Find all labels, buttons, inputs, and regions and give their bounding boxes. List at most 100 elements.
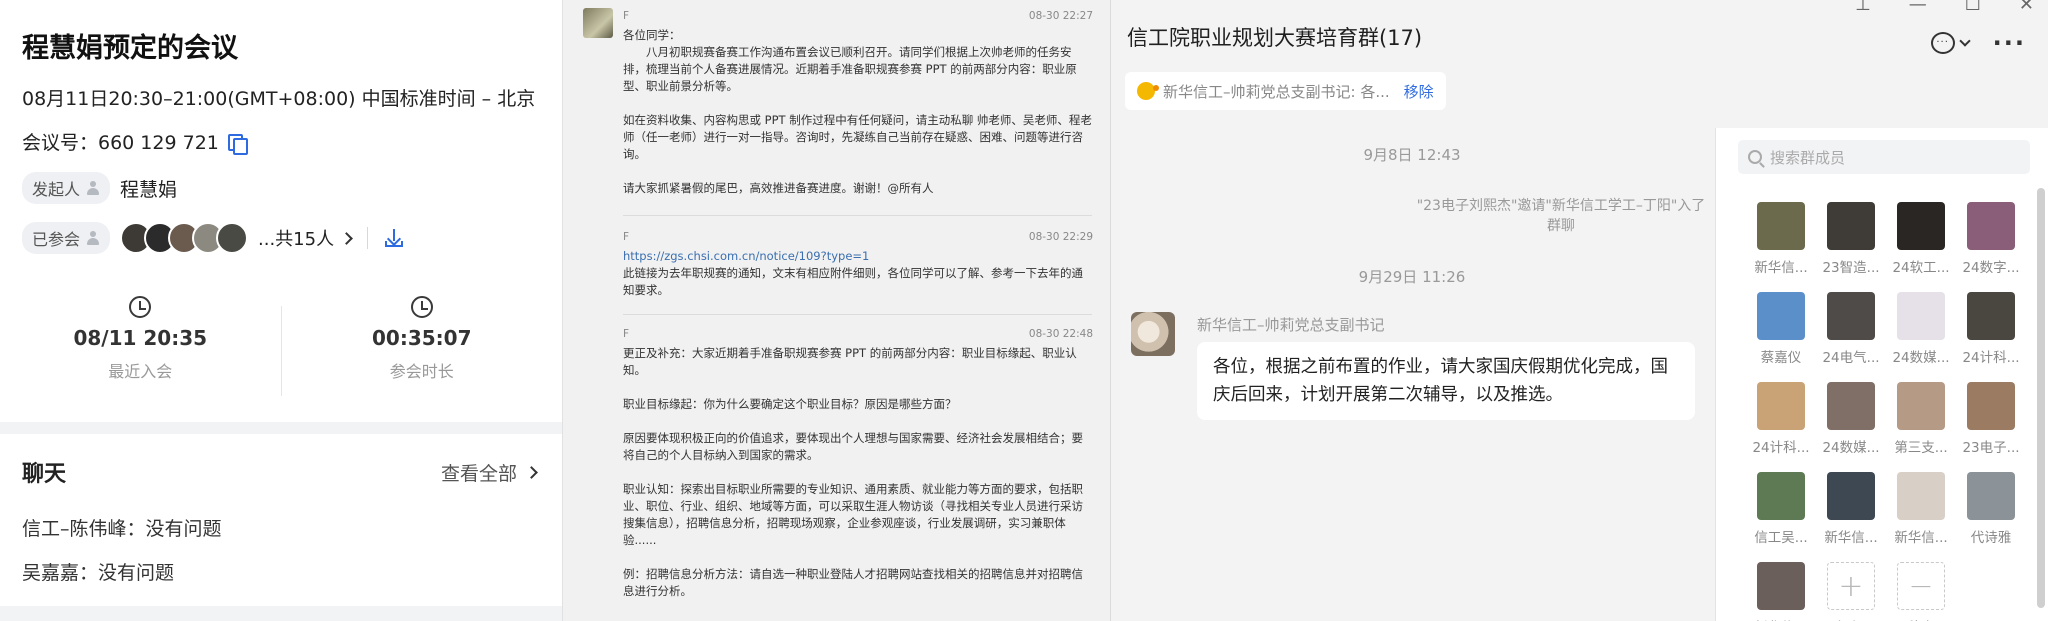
member-avatar: [1757, 292, 1805, 340]
person-icon: [86, 231, 100, 245]
minus-icon: −: [1897, 562, 1945, 610]
more-icon[interactable]: ···: [1993, 31, 2026, 55]
member-item[interactable]: 蔡嘉仪: [1746, 292, 1816, 366]
system-message: "23电子刘熙杰"邀请"新华信工学工–丁阳"入了群聊: [1416, 198, 1706, 234]
member-name: 新华信...: [1894, 530, 1948, 546]
meeting-title: 程慧娟预定的会议: [22, 33, 238, 64]
member-item[interactable]: 24计科...: [1956, 292, 2026, 366]
pinned-announcement[interactable]: 新华信工–帅莉党总支副书记: 各... 移除: [1125, 72, 1446, 110]
meeting-detail-panel: 程慧娟预定的会议 08月11日20:30–21:00(GMT+08:00) 中国…: [0, 0, 562, 621]
person-icon: [86, 181, 100, 195]
message-meta: F 08-30 22:29: [623, 229, 1093, 246]
chevron-right-icon: [340, 231, 353, 245]
member-item[interactable]: 24软工...: [1886, 202, 1956, 276]
history-clock-icon: [129, 296, 152, 318]
member-item[interactable]: 新华信...: [1886, 472, 1956, 546]
thread-message: F 08-30 22:48 更正及补充：大家近期着手准备职规赛参赛 PPT 的前…: [563, 326, 1110, 600]
timestamp: 9月8日 12:43: [1363, 146, 1461, 164]
member-name: 新华信...: [1754, 260, 1808, 276]
attendee-avatar: [216, 222, 249, 254]
window-controls: ⊥ — ☐ ✕: [1855, 0, 2048, 15]
member-name: 24数媒...: [1822, 440, 1880, 456]
announcement-icon: [1137, 82, 1159, 100]
message-sender: F: [623, 328, 630, 340]
avatar[interactable]: [1131, 312, 1175, 356]
message-time: 08-30 22:29: [1028, 231, 1093, 243]
member-item[interactable]: 23电子...: [1956, 382, 2026, 456]
message-meta: F 08-30 22:27: [623, 8, 1093, 25]
member-item[interactable]: 新华信...: [1746, 202, 1816, 276]
member-name: 24软工...: [1892, 260, 1950, 276]
member-avatar: [1827, 382, 1875, 430]
divider: [623, 314, 1092, 315]
message-time: 08-30 22:48: [1028, 328, 1093, 340]
attended-tag: 已参会: [22, 222, 111, 254]
chat-preview-line: 信工–陈伟峰：没有问题: [22, 518, 222, 540]
attendees-total-link[interactable]: ...共15人: [258, 225, 353, 251]
section-divider: [0, 606, 562, 621]
meeting-id: 会议号：660 129 721: [22, 132, 219, 154]
attendee-avatars: [120, 222, 249, 254]
chat-options-button[interactable]: ···: [1930, 32, 1971, 54]
organizer-tag: 发起人: [22, 172, 111, 204]
group-title: 信工院职业规划大赛培育群(17): [1127, 26, 1423, 50]
member-search-input[interactable]: 搜索群成员: [1738, 140, 2030, 174]
remove-pin-button[interactable]: 移除: [1404, 81, 1434, 102]
close-icon[interactable]: ✕: [2019, 0, 2034, 15]
add-member-button[interactable]: + 添加: [1816, 562, 1886, 621]
member-avatar: [1897, 382, 1945, 430]
sender-name: 新华信工–帅莉党总支副书记: [1197, 316, 1385, 334]
chat-message-area: 9月8日 12:43 "23电子刘熙杰"邀请"新华信工学工–丁阳"入了群聊 9月…: [1111, 128, 1713, 621]
clock-icon: [410, 296, 433, 318]
remove-member-button[interactable]: − 移出: [1886, 562, 1956, 621]
copy-icon[interactable]: [227, 133, 248, 155]
message-time: 08-30 22:27: [1028, 10, 1093, 22]
chat-section-header: 聊天 查看全部: [22, 456, 538, 488]
member-item[interactable]: 代诗雅: [1956, 472, 2026, 546]
pin-icon[interactable]: ⊥: [1855, 0, 1871, 15]
maximize-icon[interactable]: ☐: [1965, 0, 1981, 15]
member-avatar: [1757, 562, 1805, 610]
scrollbar[interactable]: [2037, 188, 2045, 608]
message-meta: F 08-30 22:48: [623, 326, 1093, 343]
recent-join-value: 08/11 20:35: [73, 326, 208, 350]
member-name: 23电子...: [1962, 440, 2020, 456]
minimize-icon[interactable]: —: [1909, 0, 1927, 15]
member-name: 蔡嘉仪: [1760, 350, 1802, 366]
member-name: 24数媒...: [1892, 350, 1950, 366]
member-avatar: [1827, 202, 1875, 250]
notice-link[interactable]: https://zgs.chsi.com.cn/notice/109?type=…: [623, 249, 869, 263]
member-item[interactable]: 新华信...: [1746, 562, 1816, 621]
attendees-row: 已参会 ...共15人: [22, 222, 404, 254]
member-name: 24计科...: [1962, 350, 2020, 366]
meeting-stats: 08/11 20:35 最近入会 00:35:07 参会时长: [0, 296, 562, 406]
member-avatar: [1757, 202, 1805, 250]
member-item[interactable]: 24数字...: [1956, 202, 2026, 276]
member-item[interactable]: 24电气...: [1816, 292, 1886, 366]
member-grid: 新华信... 23智造... 24软工... 24数字... 蔡嘉仪 24电气... 24数…: [1746, 202, 2026, 621]
member-item[interactable]: 信工吴...: [1746, 472, 1816, 546]
view-all-link[interactable]: 查看全部: [441, 459, 538, 486]
message-paragraph: 各位同学：: [623, 28, 681, 42]
thread-message: F 08-30 22:27 各位同学： 八月初职规赛备赛工作沟通布置会议已顺利召…: [563, 8, 1110, 197]
chat-bubble-icon: ···: [1930, 32, 1955, 54]
header-actions: ··· ···: [1930, 31, 2026, 55]
member-name: 第三支...: [1894, 440, 1948, 456]
attendees-total: ...共15人: [258, 229, 335, 250]
attended-tag-label: 已参会: [32, 230, 81, 249]
thread-message: F 08-30 22:29 https://zgs.chsi.com.cn/no…: [563, 229, 1110, 299]
member-item[interactable]: 24计科...: [1746, 382, 1816, 456]
member-avatar: [1827, 292, 1875, 340]
duration-stat: 00:35:07 参会时长: [282, 296, 563, 406]
member-item[interactable]: 23智造...: [1816, 202, 1886, 276]
meeting-id-row: 会议号：660 129 721: [22, 128, 248, 155]
member-avatar: [1757, 382, 1805, 430]
member-item[interactable]: 第三支...: [1886, 382, 1956, 456]
plus-icon: +: [1827, 562, 1875, 610]
section-divider: [0, 422, 562, 434]
member-item[interactable]: 24数媒...: [1886, 292, 1956, 366]
member-item[interactable]: 新华信...: [1816, 472, 1886, 546]
duration-value: 00:35:07: [372, 326, 472, 350]
member-item[interactable]: 24数媒...: [1816, 382, 1886, 456]
download-icon[interactable]: [384, 228, 404, 248]
